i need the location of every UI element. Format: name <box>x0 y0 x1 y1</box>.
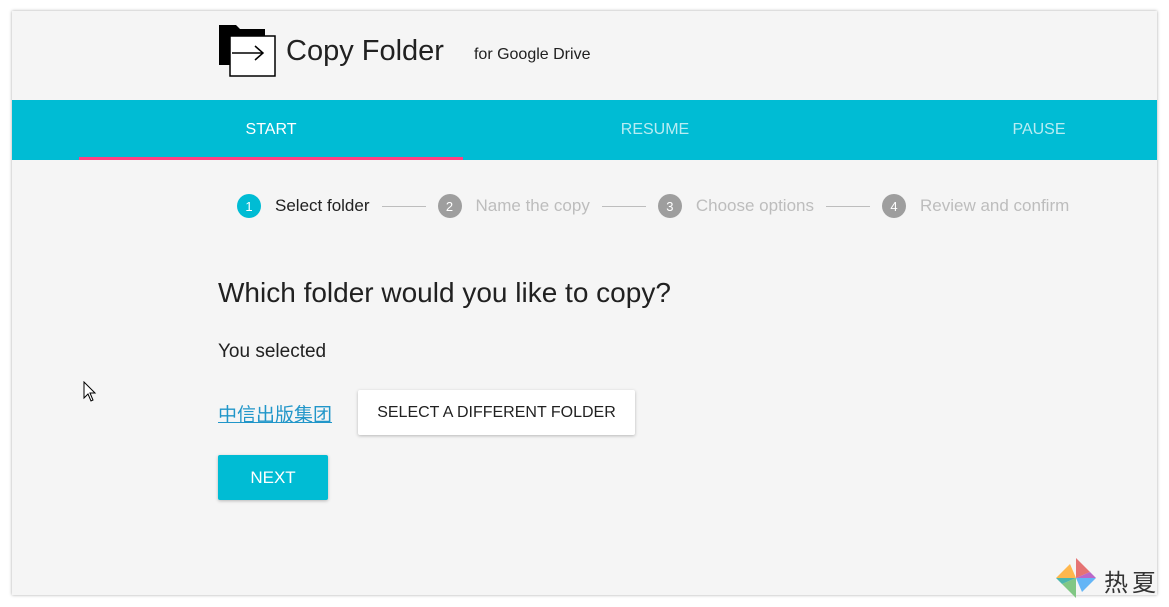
tab-resume[interactable]: RESUME <box>463 100 847 160</box>
step-select-folder: 1 Select folder <box>237 194 370 218</box>
mouse-cursor-icon <box>83 380 97 408</box>
step-connector <box>381 205 426 207</box>
step-name-copy: 2 Name the copy <box>437 194 590 218</box>
step-number: 1 <box>237 194 261 218</box>
tab-bar: START RESUME PAUSE <box>12 100 1157 160</box>
step-label: Select folder <box>275 196 370 215</box>
step-number: 2 <box>437 194 462 218</box>
tab-indicator <box>79 157 463 160</box>
page-heading: Which folder would you like to copy? <box>218 277 671 308</box>
next-button[interactable]: NEXT <box>218 455 328 500</box>
app-subtitle: for Google Drive <box>473 46 591 63</box>
watermark: 热夏 <box>1054 556 1160 605</box>
stepper: 1 Select folder 2 Name the copy 3 Choose… <box>237 193 1069 219</box>
app-header: Copy Folder for Google Drive <box>218 21 590 81</box>
pinwheel-icon <box>1054 556 1098 605</box>
step-label: Review and confirm <box>919 196 1070 215</box>
step-connector <box>825 205 870 207</box>
app-title: Copy Folder <box>286 34 444 67</box>
tab-pause[interactable]: PAUSE <box>847 100 1157 160</box>
step-label: Name the copy <box>475 196 590 215</box>
folder-copy-icon <box>218 21 278 81</box>
selected-label: You selected <box>218 341 327 362</box>
watermark-text: 热夏 <box>1104 569 1160 597</box>
step-number: 4 <box>881 194 906 218</box>
selected-folder-link[interactable]: 中信出版集团 <box>218 400 332 427</box>
select-different-folder-button[interactable]: SELECT A DIFFERENT FOLDER <box>358 390 635 435</box>
step-connector <box>601 205 646 207</box>
step-number: 3 <box>657 194 682 218</box>
step-choose-options: 3 Choose options <box>657 194 814 218</box>
step-label: Choose options <box>695 196 814 215</box>
app-window: Copy Folder for Google Drive START RESUM… <box>12 11 1157 595</box>
step-review-confirm: 4 Review and confirm <box>881 194 1070 218</box>
tab-start[interactable]: START <box>79 100 463 160</box>
